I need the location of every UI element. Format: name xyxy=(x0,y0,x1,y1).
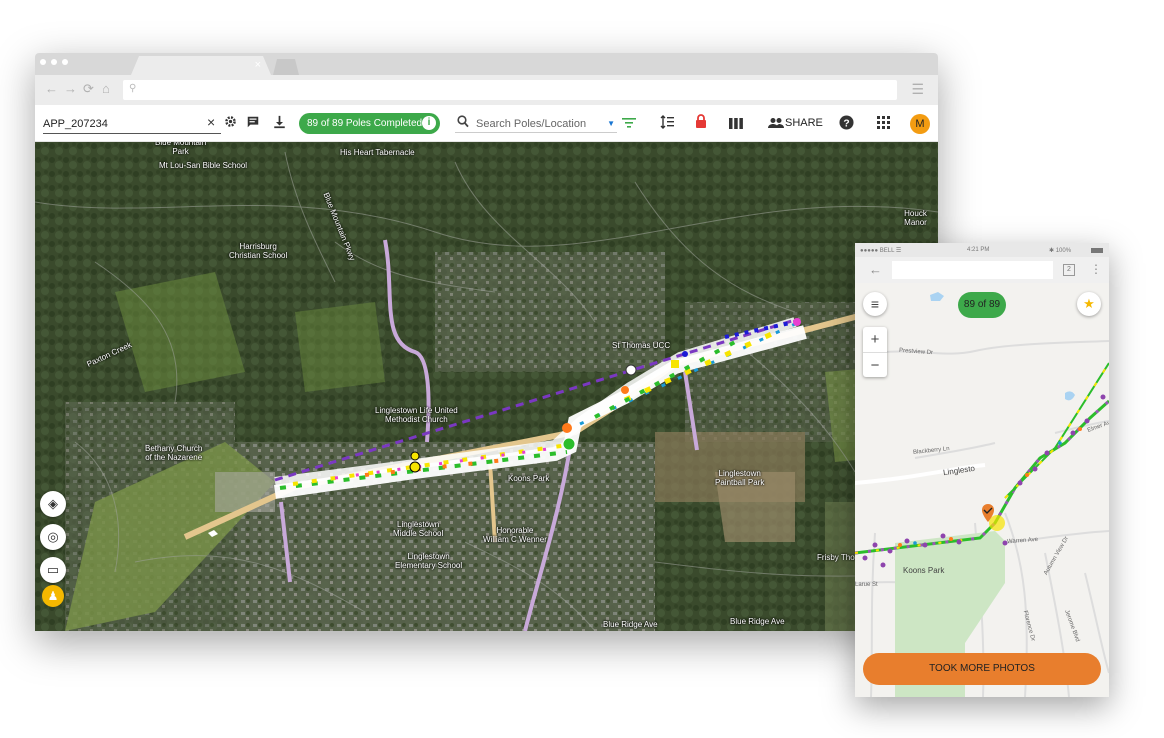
star-icon[interactable]: ★ xyxy=(1077,292,1101,316)
window-maximize-dot[interactable] xyxy=(62,59,68,65)
search-input[interactable]: Search Poles/Location xyxy=(476,118,586,130)
window-close-dot[interactable] xyxy=(40,59,46,65)
clock: 4:21 PM xyxy=(967,247,990,253)
park-label: Koons Park xyxy=(903,566,945,575)
poles-completed-badge[interactable]: 89 of 89 Poles Completed i xyxy=(299,113,440,134)
zoom-out-button[interactable]: − xyxy=(863,352,887,377)
locate-button[interactable]: ◎ xyxy=(40,524,66,550)
mobile-map[interactable]: Prestview Dr Blackberry Ln Linglesto Elm… xyxy=(855,283,1109,697)
tab-count-icon[interactable]: 2 xyxy=(1063,264,1075,276)
battery-icon xyxy=(1091,248,1103,253)
mobile-address-field[interactable] xyxy=(892,261,1053,279)
map-label: Bethany Church of the Nazarene xyxy=(145,444,203,462)
forward-icon[interactable]: → xyxy=(64,81,77,96)
address-row: ← → ⟳ ⌂ ⚲ ☰ xyxy=(35,75,938,105)
hamburger-icon: ≡ xyxy=(870,296,880,312)
info-icon[interactable]: i xyxy=(422,116,436,130)
map-label: Frisby Tho xyxy=(817,553,855,562)
map-label: St Thomas UCC xyxy=(612,341,671,350)
gear-icon[interactable] xyxy=(224,115,237,131)
overflow-menu-icon[interactable]: ⋮ xyxy=(1090,262,1102,276)
map-label: Linglestown Life United Methodist Church xyxy=(375,406,458,424)
back-arrow-icon[interactable]: ← xyxy=(869,262,882,277)
layers-button[interactable]: ◈ xyxy=(40,491,66,517)
map-label: Honorable William C Wenner xyxy=(483,526,547,544)
zoom-in-button[interactable]: + xyxy=(863,327,887,352)
map-label: Mt Lou-San Bible School xyxy=(159,161,248,170)
back-icon[interactable]: ← xyxy=(45,81,58,96)
people-icon xyxy=(768,116,784,132)
took-more-photos-button[interactable]: TOOK MORE PHOTOS xyxy=(863,653,1101,685)
poles-completed-label: 89 of 89 Poles Completed xyxy=(307,118,423,129)
carrier-status: ●●●●● BELL ☰ xyxy=(860,248,902,254)
sort-icon[interactable] xyxy=(660,115,675,132)
comment-icon[interactable] xyxy=(246,115,260,132)
window-minimize-dot[interactable] xyxy=(51,59,57,65)
layers-icon: ◈ xyxy=(48,496,58,511)
map-label: Blue Ridge Ave xyxy=(730,617,785,626)
home-icon[interactable]: ⌂ xyxy=(102,81,110,96)
new-tab-button[interactable] xyxy=(273,59,299,75)
svg-text:?: ? xyxy=(843,118,849,129)
satellite-imagery xyxy=(35,142,938,631)
apps-grid-icon[interactable] xyxy=(877,116,890,132)
status-bar: ●●●●● BELL ☰ 4:21 PM ✱ 100% xyxy=(855,243,1109,257)
measure-button[interactable]: ▭ xyxy=(40,557,66,583)
tab-strip: × xyxy=(35,53,938,75)
zoom-control: + − xyxy=(863,327,887,377)
app-toolbar: APP_207234 × 89 of 89 Poles Completed i … xyxy=(35,105,938,142)
search-dropdown-icon[interactable]: ▼ xyxy=(607,119,615,128)
map-label: Linglestown Paintball Park xyxy=(715,469,765,487)
satellite-map[interactable]: Blue Mountain Park Mt Lou-San Bible Schoo… xyxy=(35,142,938,631)
columns-icon[interactable] xyxy=(729,116,743,132)
mobile-menu-button[interactable]: ≡ xyxy=(863,292,887,316)
map-label: Linglestown Elementary School xyxy=(395,552,463,570)
map-label: Blue Mountain Park xyxy=(155,142,207,156)
map-label: His Heart Tabernacle xyxy=(340,148,415,157)
locate-icon: ◎ xyxy=(47,529,59,544)
filter-icon[interactable] xyxy=(622,116,636,132)
mobile-poles-badge[interactable]: 89 of 89 xyxy=(958,292,1006,318)
mobile-url-bar: ← 2 ⋮ xyxy=(855,257,1109,283)
map-label: Linglestown Middle School xyxy=(393,520,444,538)
pegman-icon[interactable]: ♟ xyxy=(42,585,64,607)
browser-tab[interactable]: × xyxy=(131,56,271,75)
map-label: Koons Park xyxy=(508,474,550,483)
help-icon[interactable]: ? xyxy=(839,115,854,133)
ruler-icon: ▭ xyxy=(46,562,60,577)
battery-status: ✱ 100% xyxy=(1049,248,1072,254)
pole-search[interactable]: Search Poles/Location ▼ xyxy=(455,115,617,133)
street-label: Larue St xyxy=(855,582,878,588)
reload-icon[interactable]: ⟳ xyxy=(83,81,94,97)
map-label: Blue Ridge Ave xyxy=(603,620,658,629)
clear-job-icon[interactable]: × xyxy=(207,114,215,130)
avatar[interactable]: M xyxy=(910,114,930,134)
search-icon xyxy=(457,115,469,131)
browser-menu-icon[interactable]: ☰ xyxy=(911,81,924,98)
search-icon: ⚲ xyxy=(129,83,137,94)
download-icon[interactable] xyxy=(273,115,286,132)
browser-window: × ← → ⟳ ⌂ ⚲ ☰ APP_207234 × 89 of 89 Pole… xyxy=(35,53,938,631)
tab-close-icon[interactable]: × xyxy=(255,59,261,71)
lock-icon[interactable] xyxy=(695,114,707,132)
mobile-device: ●●●●● BELL ☰ 4:21 PM ✱ 100% ← 2 ⋮ Prestv… xyxy=(855,243,1109,697)
job-id-field[interactable]: APP_207234 xyxy=(43,114,221,134)
map-label: Houck Manor xyxy=(904,209,927,227)
map-label: Harrisburg Christian School xyxy=(229,242,288,260)
address-bar[interactable]: ⚲ xyxy=(123,80,897,100)
share-button[interactable]: SHARE xyxy=(785,117,823,129)
